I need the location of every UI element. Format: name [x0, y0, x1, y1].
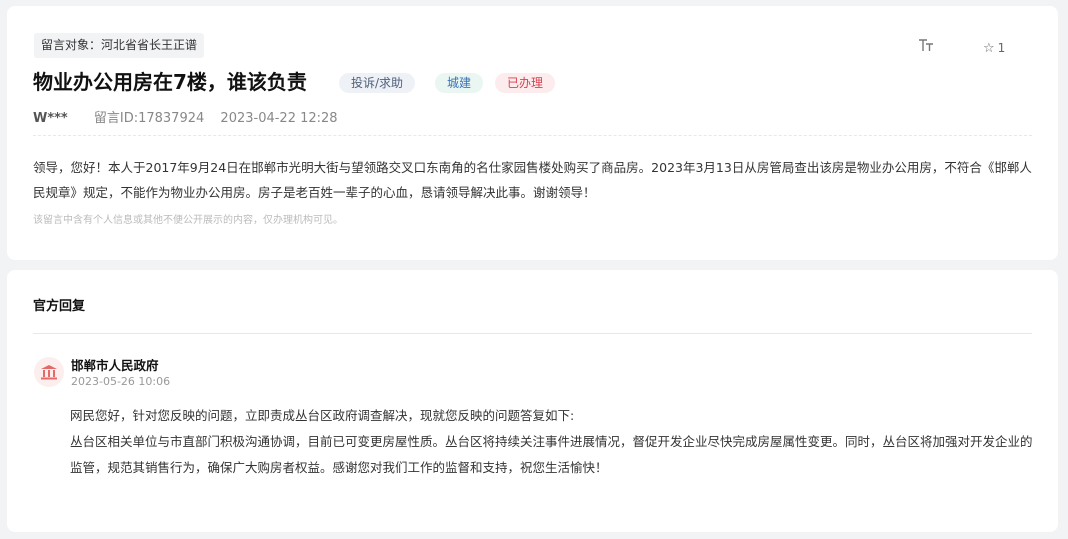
reply-content: 网民您好，针对您反映的问题，立即责成丛台区政府调查解决，现就您反映的问题答复如下…	[70, 403, 1038, 481]
divider	[33, 135, 1032, 136]
privacy-notice: 该留言中含有个人信息或其他不便公开展示的内容，仅办理机构可见。	[33, 215, 343, 226]
font-size-icon-glyph	[919, 39, 933, 51]
page-title: 物业办公用房在7楼，谁该负责	[33, 70, 307, 94]
reply-heading: 官方回复	[33, 299, 86, 314]
font-size-icon[interactable]	[916, 38, 936, 58]
message-content: 领导，您好！本人于2017年9月24日在邯郸市光明大街与望领路交叉口东南角的名仕…	[33, 160, 1032, 200]
type-badge: 投诉/求助	[339, 73, 416, 93]
reply-paragraph: 网民您好，针对您反映的问题，立即责成丛台区政府调查解决，现就您反映的问题答复如下…	[70, 408, 575, 423]
message-datetime: 2023-04-22 12:28	[220, 111, 338, 126]
message-card: 留言对象：河北省省长王正谱 ☆ 1 物业办公用房在7楼，谁该负责 投诉/求助 城建…	[7, 6, 1058, 260]
reply-paragraph: 丛台区相关单位与市直部门积极沟通协调，目前已可变更房屋性质。丛台区将持续关注事件…	[70, 434, 1033, 475]
message-meta: W*** 留言ID:17837924 2023-04-22 12:28	[33, 110, 338, 128]
star-outline-icon: ☆	[983, 41, 995, 56]
reply-card: 官方回复 邯郸市人民政府 2023-05-26 10:06 网民您好，针对您反映…	[7, 270, 1058, 532]
message-target-tag: 留言对象：河北省省长王正谱	[34, 33, 205, 58]
author-name: W***	[33, 111, 68, 126]
message-id: 留言ID:17837924	[93, 111, 205, 126]
category-badge: 城建	[435, 73, 484, 93]
government-building-glyph	[41, 365, 57, 380]
reply-date: 2023-05-26 10:06	[71, 375, 171, 388]
favorite-button[interactable]: ☆ 1	[983, 38, 1005, 58]
favorite-count: 1	[997, 41, 1006, 55]
status-badge: 已办理	[495, 73, 556, 93]
replier-name: 邯郸市人民政府	[71, 358, 159, 373]
divider	[33, 333, 1032, 334]
government-building-icon	[34, 357, 64, 387]
